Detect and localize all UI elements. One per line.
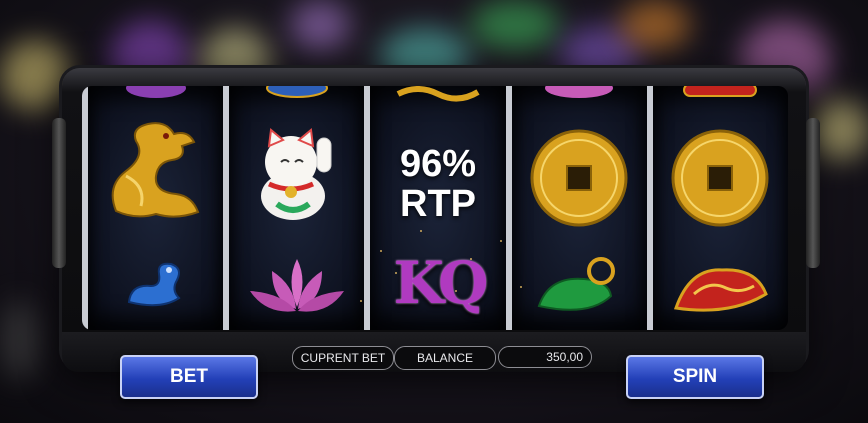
- golden-dragon-icon: [111, 122, 199, 218]
- current-bet-label: CUPRENT BET: [292, 346, 394, 370]
- red-fan-icon: [674, 268, 769, 312]
- reel-2: [229, 86, 371, 330]
- blue-icon: [265, 86, 328, 98]
- reel-3: 96% RTP KQ: [370, 86, 512, 330]
- right-frame-knob: [806, 118, 820, 268]
- reel-4: [511, 86, 653, 330]
- gold-dragon-icon: [396, 86, 480, 102]
- rtp-text: RTP: [400, 183, 476, 225]
- reel-5: [652, 86, 788, 330]
- bet-button[interactable]: BET: [120, 355, 258, 399]
- pink-lotus-icon: [545, 86, 614, 98]
- red-ornament-icon: [683, 86, 758, 97]
- gold-coin-icon: [671, 129, 769, 227]
- jade-pendant-icon: [537, 257, 616, 311]
- pink-lotus-icon: [249, 259, 344, 312]
- balance-label: BALANCE: [394, 346, 496, 370]
- purple-icon: [125, 86, 186, 98]
- gold-coin-icon: [530, 129, 628, 227]
- rtp-label: 96% RTP: [370, 144, 505, 224]
- left-frame-knob: [52, 118, 66, 268]
- balance-value: 350,00: [498, 346, 592, 368]
- reels-area: 96% RTP KQ: [82, 86, 788, 330]
- kq-letters-icon: KQ: [393, 249, 489, 317]
- rtp-percent: 96%: [399, 143, 477, 185]
- blue-fish-icon: [127, 262, 181, 307]
- reel-1: [82, 86, 230, 330]
- lucky-cat-icon: [260, 128, 332, 220]
- spin-button[interactable]: SPIN: [626, 355, 764, 399]
